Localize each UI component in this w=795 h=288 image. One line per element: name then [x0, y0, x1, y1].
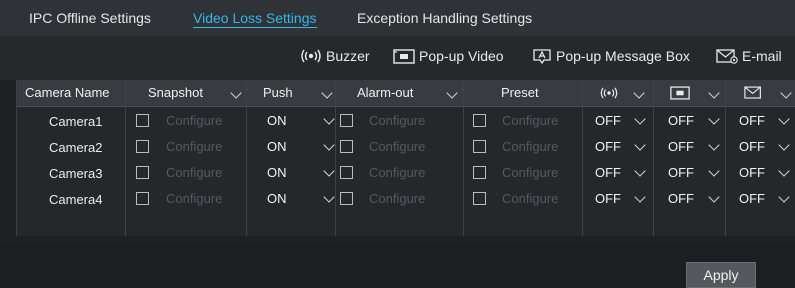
push-select-value[interactable]: ON — [267, 139, 287, 154]
popup-message-icon — [533, 48, 551, 64]
video-select-value[interactable]: OFF — [668, 191, 694, 206]
alarm-out-configure-link[interactable]: Configure — [369, 139, 425, 154]
buzzer-chevron-down-icon[interactable] — [634, 165, 646, 177]
alarm-out-configure-link[interactable]: Configure — [369, 165, 425, 180]
email-select-value[interactable]: OFF — [739, 113, 765, 128]
tab-video-loss-settings[interactable]: Video Loss Settings — [193, 10, 317, 28]
email-chevron-down-icon[interactable] — [778, 165, 790, 177]
toolbar: Buzzer Pop-up Video Pop-up Message Box E… — [0, 36, 795, 80]
push-select-value[interactable]: ON — [267, 165, 287, 180]
tab-ipc-offline-settings[interactable]: IPC Offline Settings — [29, 10, 151, 26]
push-chevron-down-icon[interactable] — [321, 87, 333, 99]
header-snapshot: Snapshot — [148, 85, 203, 100]
email-icon — [716, 48, 738, 64]
alarm-out-chevron-down-icon[interactable] — [446, 87, 458, 99]
email-column-chevron-down-icon[interactable] — [780, 87, 792, 99]
video-chevron-down-icon[interactable] — [708, 191, 720, 203]
email-toggle[interactable]: E-mail — [716, 48, 782, 64]
email-icon — [744, 86, 761, 99]
email-select-value[interactable]: OFF — [739, 191, 765, 206]
popup-video-label: Pop-up Video — [419, 48, 504, 64]
snapshot-checkbox[interactable] — [136, 140, 149, 153]
header-push: Push — [263, 85, 293, 100]
preset-checkbox[interactable] — [473, 192, 486, 205]
snapshot-chevron-down-icon[interactable] — [230, 87, 242, 99]
push-chevron-down-icon[interactable] — [323, 191, 335, 203]
popup-video-icon — [393, 48, 415, 64]
header-preset: Preset — [501, 85, 539, 100]
email-chevron-down-icon[interactable] — [778, 113, 790, 125]
buzzer-icon — [301, 49, 321, 63]
video-chevron-down-icon[interactable] — [708, 139, 720, 151]
buzzer-icon — [600, 87, 618, 99]
preset-configure-link[interactable]: Configure — [502, 139, 558, 154]
email-chevron-down-icon[interactable] — [778, 191, 790, 203]
table-row: Camera3 Configure ON Configure Configure OFF O… — [17, 161, 795, 187]
alarm-out-checkbox[interactable] — [340, 166, 353, 179]
alarm-out-configure-link[interactable]: Configure — [369, 113, 425, 128]
snapshot-checkbox[interactable] — [136, 114, 149, 127]
header-alarm-out: Alarm-out — [357, 85, 414, 100]
buzzer-select-value[interactable]: OFF — [595, 113, 621, 128]
tab-exception-handling-settings[interactable]: Exception Handling Settings — [357, 10, 532, 26]
video-select-value[interactable]: OFF — [668, 113, 694, 128]
preset-checkbox[interactable] — [473, 166, 486, 179]
footer-bar — [0, 244, 795, 288]
table-header: Camera Name Snapshot Push Alarm-out Pres… — [17, 80, 795, 107]
email-select-value[interactable]: OFF — [739, 139, 765, 154]
table-row: Camera1 Configure ON Configure Configure OFF O… — [17, 109, 795, 135]
video-chevron-down-icon[interactable] — [708, 113, 720, 125]
snapshot-configure-link[interactable]: Configure — [166, 191, 222, 206]
video-loss-table: Camera Name Snapshot Push Alarm-out Pres… — [16, 80, 795, 236]
preset-checkbox[interactable] — [473, 140, 486, 153]
video-chevron-down-icon[interactable] — [708, 165, 720, 177]
push-chevron-down-icon[interactable] — [323, 113, 335, 125]
video-select-value[interactable]: OFF — [668, 139, 694, 154]
video-column-chevron-down-icon[interactable] — [708, 87, 720, 99]
table-row: Camera4 Configure ON Configure Configure OFF O… — [17, 187, 795, 213]
alarm-out-checkbox[interactable] — [340, 192, 353, 205]
email-label: E-mail — [742, 48, 782, 64]
preset-configure-link[interactable]: Configure — [502, 165, 558, 180]
header-camera-name: Camera Name — [25, 85, 110, 100]
apply-button[interactable]: Apply — [686, 262, 756, 288]
buzzer-chevron-down-icon[interactable] — [634, 139, 646, 151]
alarm-out-checkbox[interactable] — [340, 140, 353, 153]
alarm-out-configure-link[interactable]: Configure — [369, 191, 425, 206]
push-select-value[interactable]: ON — [267, 191, 287, 206]
tab-bar: IPC Offline Settings Video Loss Settings… — [0, 0, 795, 36]
buzzer-select-value[interactable]: OFF — [595, 165, 621, 180]
table-row: Camera2 Configure ON Configure Configure OFF O… — [17, 135, 795, 161]
preset-configure-link[interactable]: Configure — [502, 191, 558, 206]
push-chevron-down-icon[interactable] — [323, 139, 335, 151]
buzzer-select-value[interactable]: OFF — [595, 139, 621, 154]
snapshot-configure-link[interactable]: Configure — [166, 113, 222, 128]
video-select-value[interactable]: OFF — [668, 165, 694, 180]
buzzer-column-chevron-down-icon[interactable] — [633, 87, 645, 99]
snapshot-configure-link[interactable]: Configure — [166, 165, 222, 180]
buzzer-chevron-down-icon[interactable] — [634, 191, 646, 203]
camera-name: Camera4 — [49, 192, 103, 207]
snapshot-checkbox[interactable] — [136, 192, 149, 205]
buzzer-chevron-down-icon[interactable] — [634, 113, 646, 125]
preset-checkbox[interactable] — [473, 114, 486, 127]
camera-name: Camera3 — [49, 166, 103, 181]
snapshot-configure-link[interactable]: Configure — [166, 139, 222, 154]
popup-message-label: Pop-up Message Box — [556, 48, 690, 64]
push-chevron-down-icon[interactable] — [323, 165, 335, 177]
push-select-value[interactable]: ON — [267, 113, 287, 128]
preset-configure-link[interactable]: Configure — [502, 113, 558, 128]
snapshot-checkbox[interactable] — [136, 166, 149, 179]
popup-message-toggle[interactable]: Pop-up Message Box — [532, 48, 690, 64]
camera-name: Camera1 — [49, 114, 103, 129]
email-select-value[interactable]: OFF — [739, 165, 765, 180]
buzzer-toggle[interactable]: Buzzer — [300, 48, 370, 64]
buzzer-select-value[interactable]: OFF — [595, 191, 621, 206]
email-chevron-down-icon[interactable] — [778, 139, 790, 151]
popup-video-toggle[interactable]: Pop-up Video — [393, 48, 504, 64]
popup-video-icon — [670, 86, 690, 100]
buzzer-label: Buzzer — [326, 48, 370, 64]
alarm-out-checkbox[interactable] — [340, 114, 353, 127]
camera-name: Camera2 — [49, 140, 103, 155]
